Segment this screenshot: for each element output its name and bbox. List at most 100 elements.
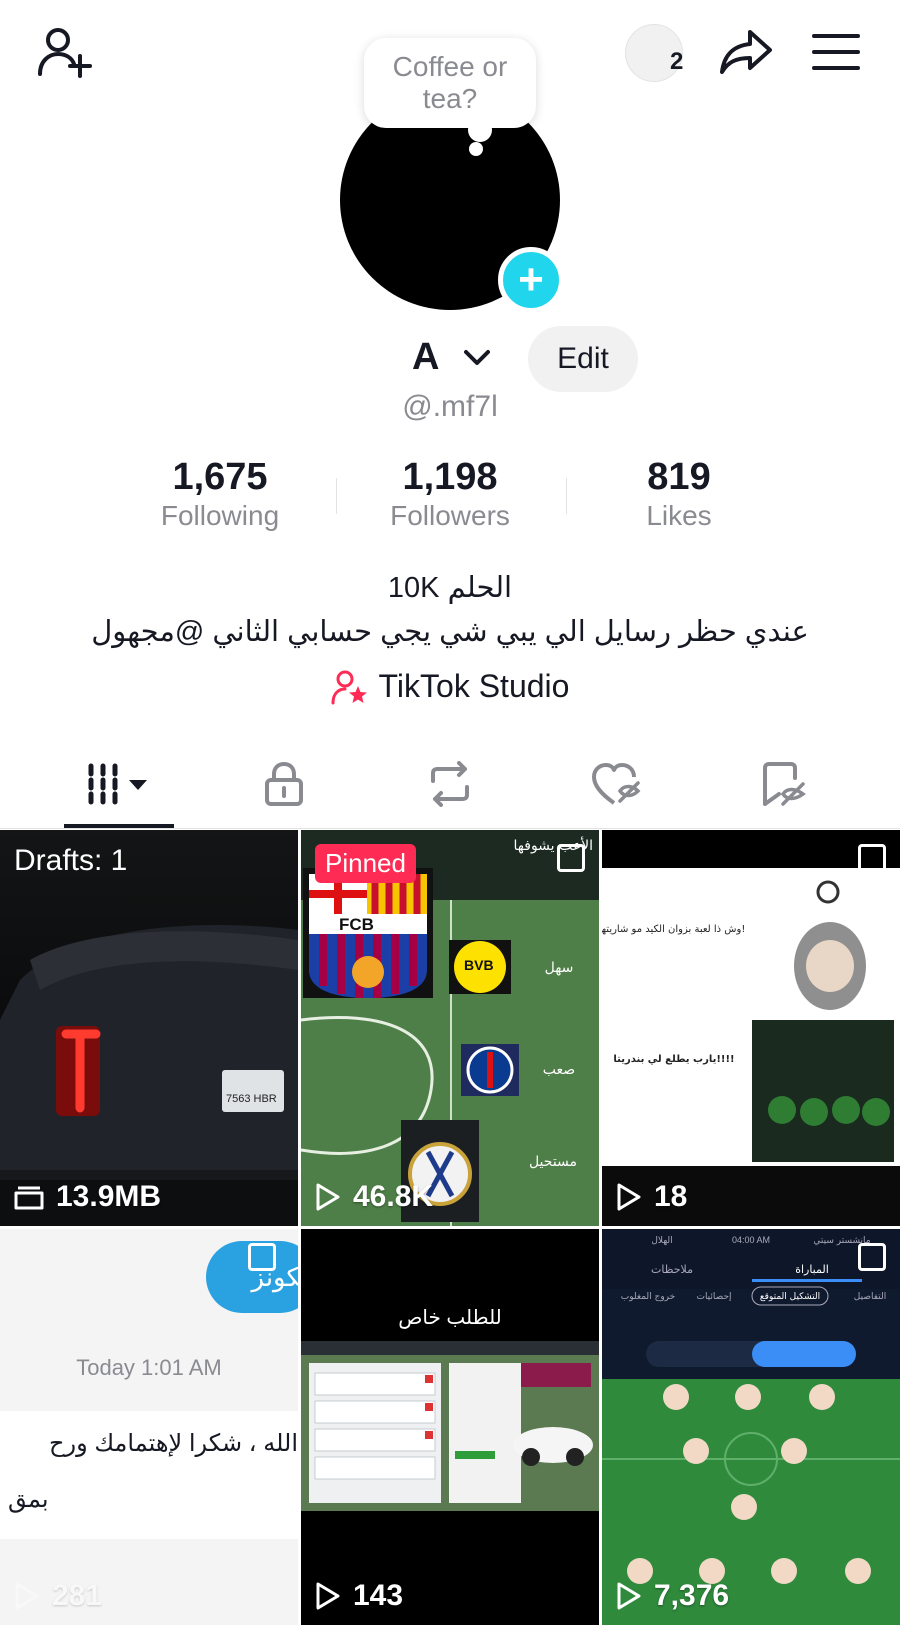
tiktok-studio-link[interactable]: TikTok Studio (0, 668, 900, 705)
view-count: 281 (52, 1579, 103, 1612)
studio-person-star-icon (331, 670, 367, 704)
auction-thumbnail (301, 1341, 599, 1511)
sub-knockout: خروج المغلوب (621, 1292, 675, 1302)
bio-line-1: الحلم 10K (387, 572, 513, 604)
repost-icon (431, 761, 469, 807)
stat-label: Following (160, 500, 280, 531)
share-arrow-icon (720, 30, 772, 74)
view-count: 7,376 (654, 1579, 730, 1612)
tile-stat: 143 (315, 1579, 403, 1613)
stat-value: 1,198 (402, 456, 498, 498)
hamburger-icon (812, 34, 860, 70)
label-easy: سهل (545, 960, 574, 976)
play-icon (316, 1183, 340, 1211)
tab-liked[interactable] (556, 754, 676, 814)
stat-likes[interactable]: 819 Likes (579, 455, 779, 533)
folder-icon (14, 1186, 44, 1210)
stat-followers[interactable]: 1,198 Followers (350, 455, 550, 533)
tile-stat: 46.8K (315, 1180, 433, 1214)
studio-label: TikTok Studio (378, 668, 570, 704)
multi-photo-icon (858, 1243, 886, 1271)
video-tile[interactable]: الهلال 04:00 AM مانشستر سيتي المباراة مل… (602, 1229, 900, 1625)
tab-private[interactable] (224, 754, 344, 814)
tile-stat: 7,376 (616, 1579, 729, 1613)
video-tile-drafts[interactable]: 7563 HBR Drafts: 1 13.9MB (0, 830, 298, 1226)
drafts-label: Drafts: 1 (14, 844, 128, 877)
play-icon (316, 1582, 340, 1610)
chat-message-line-2: بمق (8, 1486, 49, 1513)
chevron-down-icon[interactable] (462, 348, 492, 368)
meme-caption-1: وش ذا لعبة بزوان الكيد مو شاريتها! (602, 924, 745, 935)
meme-thumbnail: وش ذا لعبة بزوان الكيد مو شاريتها! يارب … (602, 830, 900, 1226)
stat-divider (566, 478, 567, 514)
stat-value: 819 (647, 456, 711, 498)
note-bubble-tail (468, 118, 492, 142)
note-bubble[interactable]: Coffee or tea? (364, 38, 536, 128)
video-tile[interactable]: الكونز Today 1:01 AM الله ، شكرا لإهتمام… (0, 1229, 298, 1625)
profile-tabs (0, 742, 900, 829)
chat-timestamp: Today 1:01 AM (76, 1355, 222, 1380)
stat-value: 1,675 (172, 456, 268, 498)
tile-stat: 13.9MB (14, 1180, 161, 1214)
videos-grid-icon (88, 763, 147, 805)
meme-caption-2: يارب يطلع لي بندريتا!!!! (613, 1054, 734, 1065)
view-count: 46.8K (353, 1180, 434, 1213)
license-plate: 7563 HBR (226, 1093, 277, 1105)
tile-stat: 18 (616, 1180, 687, 1214)
share-button[interactable] (714, 22, 778, 82)
multi-photo-icon (248, 1243, 276, 1271)
multi-photo-icon (557, 844, 585, 872)
play-icon (617, 1582, 641, 1610)
label-hard: صعب (543, 1062, 575, 1078)
tab-videos[interactable] (60, 754, 180, 814)
liked-hidden-icon (592, 763, 641, 805)
sub-lineup: التشكيل المتوقع (760, 1292, 820, 1302)
view-count: 18 (654, 1180, 688, 1213)
view-count: 143 (353, 1579, 404, 1612)
football-thumbnail: FCB BVB الأعب يشوفها سهل صعب مستحيل (301, 830, 599, 1226)
special-order-caption: للطلب خاص (398, 1307, 502, 1329)
team-home: الهلال (651, 1236, 672, 1246)
profile-handle: @.mf7l (402, 390, 498, 423)
edit-profile-button[interactable]: Edit (528, 326, 638, 392)
sub-stats: إحصائيات (696, 1292, 731, 1302)
lock-icon (265, 761, 303, 806)
tile-stat: 281 (14, 1579, 102, 1613)
bio-line-2: عندي حظر رسايل الي يبي شي يجي حسابي الثا… (91, 616, 809, 648)
sub-details: التفاصيل (854, 1292, 886, 1302)
multi-photo-icon (858, 844, 886, 872)
stat-label: Followers (390, 500, 510, 531)
play-icon (617, 1183, 641, 1211)
tile-stat-value: 13.9MB (56, 1180, 162, 1213)
person-add-icon (38, 28, 92, 78)
chat-message-line-1: الله ، شكرا لإهتمامك ورح (48, 1430, 298, 1457)
play-icon (15, 1582, 39, 1610)
name-row: A Edit (0, 326, 900, 396)
favorites-hidden-icon (763, 762, 806, 806)
tab-notes: ملاحظات (651, 1263, 693, 1276)
stat-following[interactable]: 1,675 Following (120, 455, 320, 533)
bvb-crest-text: BVB (464, 957, 494, 973)
active-tab-indicator (64, 824, 174, 828)
stat-divider (336, 478, 337, 514)
car-thumbnail: 7563 HBR (0, 925, 298, 1226)
profile-name[interactable]: A (412, 336, 439, 379)
video-tile-pinned[interactable]: FCB BVB الأعب يشوفها سهل صعب مستحيل Pinn… (301, 830, 599, 1226)
video-tile[interactable]: وش ذا لعبة بزوان الكيد مو شاريتها! يارب … (602, 830, 900, 1226)
fcb-crest-text: FCB (339, 915, 374, 934)
add-friend-button[interactable] (34, 22, 94, 82)
plus-icon: + (518, 255, 544, 304)
tab-reposts[interactable] (390, 754, 510, 814)
tab-match: المباراة (795, 1263, 829, 1276)
video-tile[interactable]: للطلب خاص 143 (301, 1229, 599, 1625)
stat-label: Likes (646, 500, 712, 531)
notification-count: 2 (670, 48, 684, 75)
pinned-badge: Pinned (315, 844, 416, 883)
match-time: 04:00 AM (732, 1235, 770, 1245)
menu-button[interactable] (808, 26, 864, 78)
label-impossible: مستحيل (529, 1154, 577, 1170)
tab-favorites[interactable] (722, 754, 842, 814)
lineup-thumbnail: الهلال 04:00 AM مانشستر سيتي المباراة مل… (602, 1229, 900, 1625)
add-avatar-button[interactable]: + (498, 247, 564, 313)
note-bubble-dot (469, 142, 483, 156)
